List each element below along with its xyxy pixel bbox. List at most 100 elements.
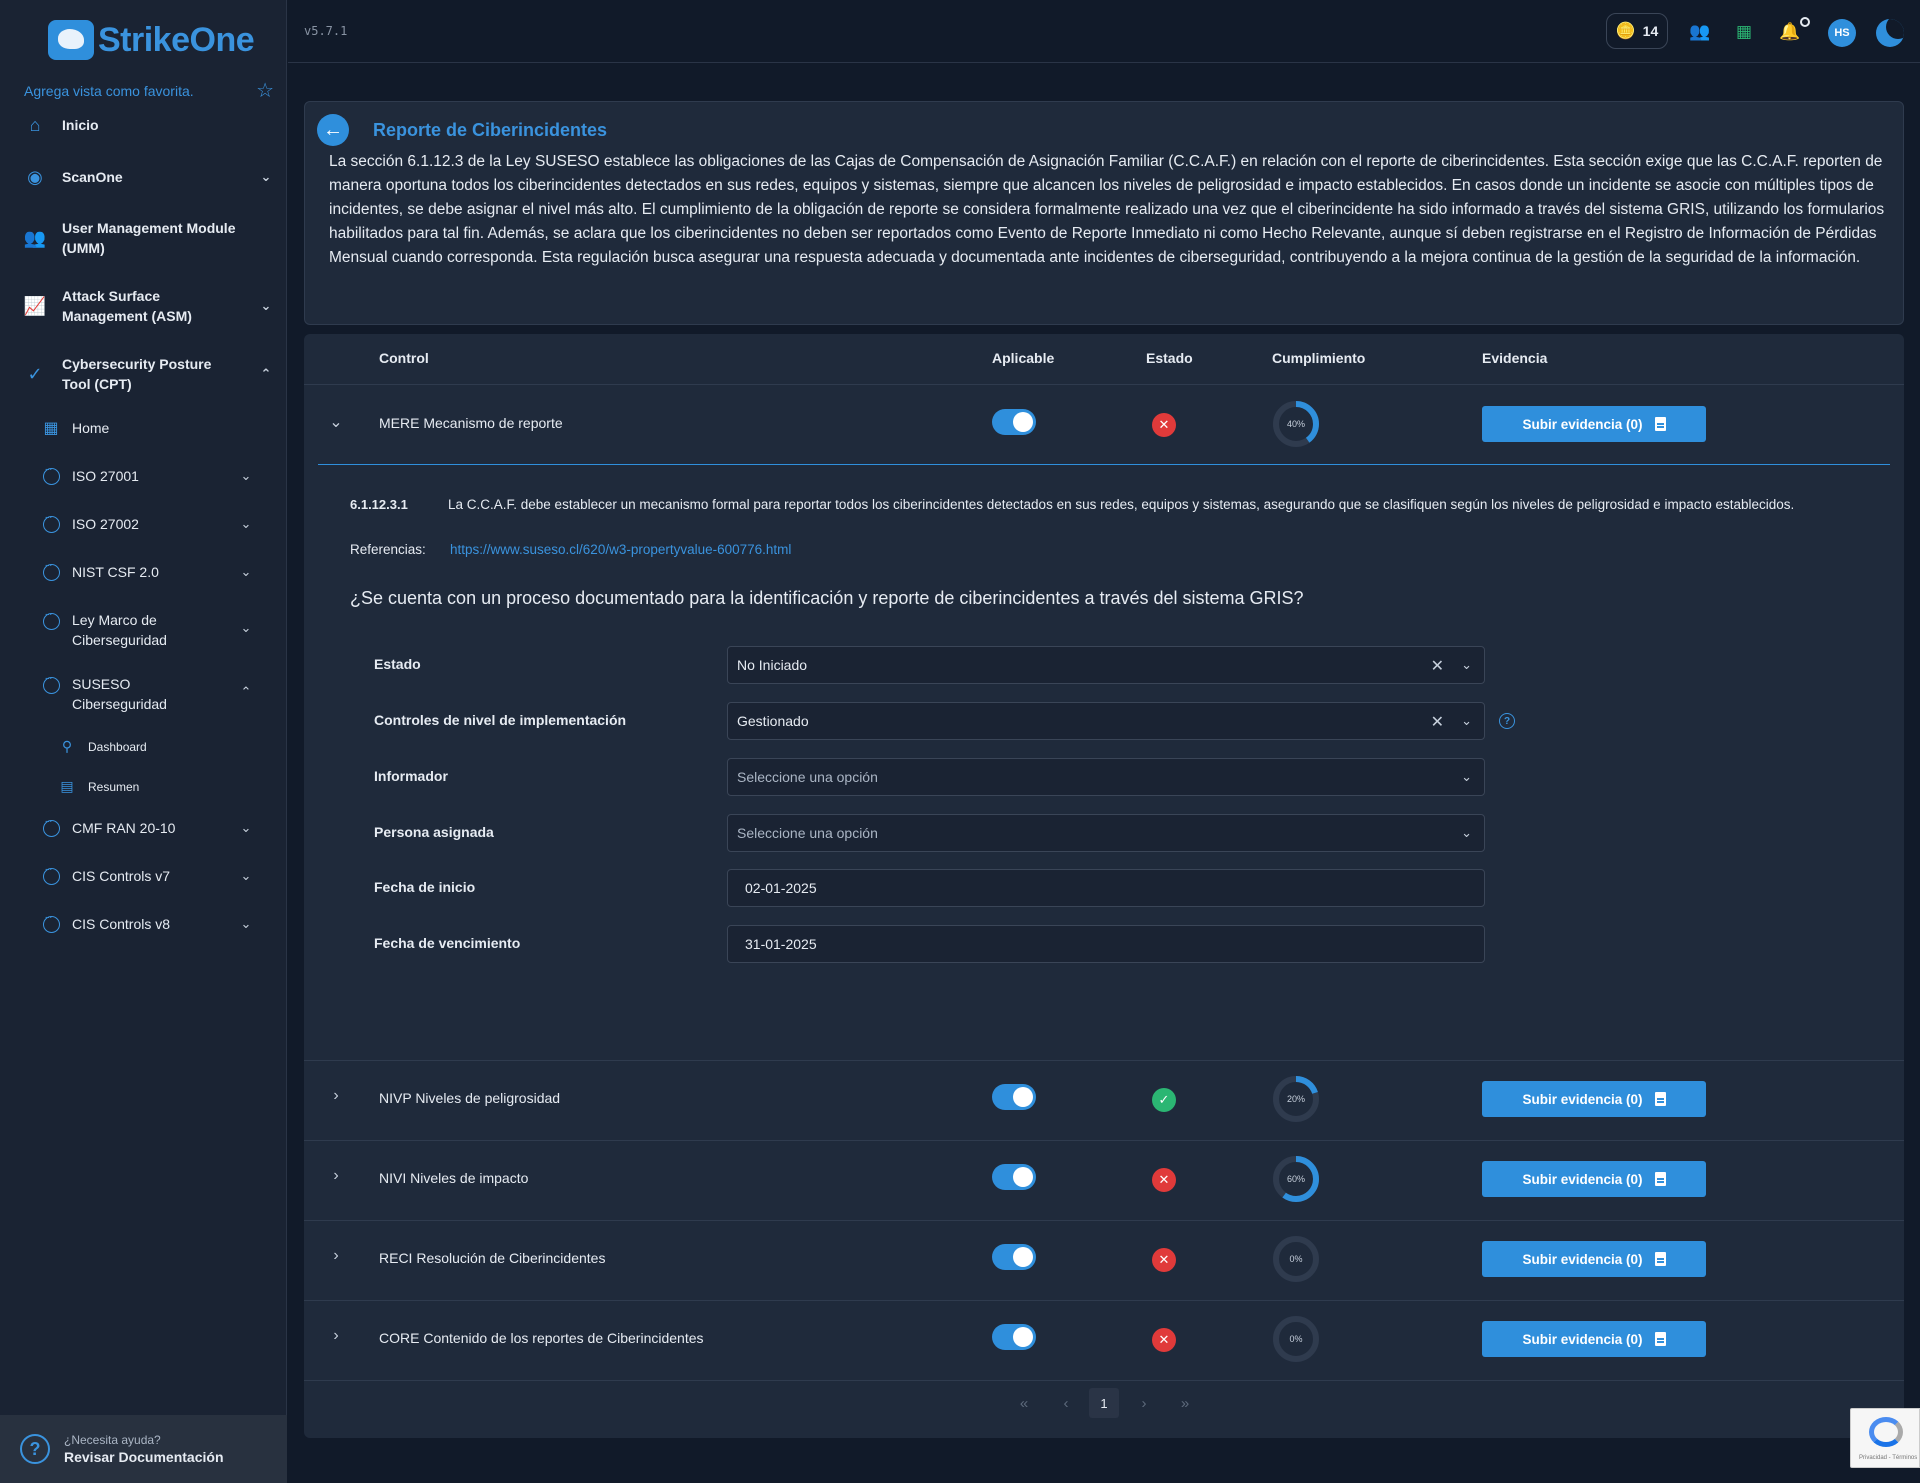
chevron-down-icon: ⌄ (240, 564, 252, 579)
sidebar-item-scanone[interactable]: ◉ ScanOne ⌄ (24, 166, 274, 188)
aplicable-toggle[interactable] (992, 1084, 1036, 1110)
bell-icon[interactable]: 🔔 (1779, 21, 1801, 43)
table-row[interactable]: › NIVI Niveles de impacto ✕ 60% Subir ev… (304, 1139, 1904, 1219)
aplicable-toggle[interactable] (992, 1324, 1036, 1350)
row-divider (304, 1380, 1904, 1381)
upload-evidence-button[interactable]: Subir evidencia (0) (1482, 406, 1706, 442)
informador-label: Informador (374, 768, 448, 784)
persona-asignada-select[interactable]: Seleccione una opción ⌄ (727, 814, 1485, 852)
intro-card: ← Reporte de Ciberincidentes La sección … (304, 101, 1904, 325)
fecha-inicio-label: Fecha de inicio (374, 879, 476, 895)
document-icon (1654, 1092, 1666, 1106)
clear-icon[interactable]: ✕ (1431, 656, 1444, 676)
status-error-icon: ✕ (1152, 1168, 1176, 1192)
chevron-right-icon[interactable]: › (326, 1327, 346, 1345)
estado-value: No Iniciado (737, 657, 808, 673)
fecha-inicio-input[interactable]: 02-01-2025 (727, 869, 1485, 907)
upload-evidence-button[interactable]: Subir evidencia (0) (1482, 1161, 1706, 1197)
sidebar-item-cpt-home[interactable]: ▦ Home (42, 418, 254, 438)
team-icon[interactable]: 👥 (1689, 21, 1711, 43)
chevron-down-icon[interactable]: ⌄ (326, 412, 346, 432)
upload-evidence-label: Subir evidencia (0) (1522, 1331, 1643, 1347)
recaptcha-badge[interactable]: Privacidad - Términos (1850, 1408, 1920, 1468)
document-icon (1654, 1252, 1666, 1266)
sidebar-item-cis-v8[interactable]: CIS Controls v8 ⌄ (42, 912, 254, 934)
eye-icon: ◉ (27, 166, 43, 187)
sidebar-item-ley-marco[interactable]: Ley Marco de Ciberseguridad ⌄ (42, 609, 254, 650)
table-row[interactable]: › CORE Contenido de los reportes de Cibe… (304, 1299, 1904, 1379)
reference-link[interactable]: https://www.suseso.cl/620/w3-propertyval… (450, 542, 791, 557)
sidebar-item-label: SUSESO Ciberseguridad (72, 676, 167, 712)
upload-evidence-label: Subir evidencia (0) (1522, 416, 1643, 432)
compliance-value: 0% (1289, 1254, 1303, 1264)
aplicable-toggle[interactable] (992, 1244, 1036, 1270)
help-circle-icon[interactable]: ? (1499, 713, 1515, 729)
sidebar-item-inicio[interactable]: ⌂ Inicio (24, 114, 274, 136)
upload-evidence-button[interactable]: Subir evidencia (0) (1482, 1241, 1706, 1277)
sidebar-item-label: Home (72, 420, 110, 436)
chevron-down-icon: ⌄ (240, 620, 252, 635)
nivel-implementacion-select[interactable]: Gestionado ✕ ⌄ (727, 702, 1485, 740)
current-page-button[interactable]: 1 (1089, 1388, 1119, 1418)
upload-evidence-label: Subir evidencia (0) (1522, 1091, 1643, 1107)
theme-toggle-moon-icon[interactable] (1876, 19, 1904, 47)
chevron-right-icon[interactable]: › (326, 1087, 346, 1105)
table-icon: ▤ (60, 778, 74, 794)
favorite-view-link[interactable]: Agrega vista como favorita. ☆ (24, 78, 274, 103)
fecha-vencimiento-input[interactable]: 31-01-2025 (727, 925, 1485, 963)
chevron-down-icon: ⌄ (1461, 713, 1472, 728)
header-aplicable: Aplicable (992, 350, 1055, 366)
back-arrow-icon[interactable]: ← (317, 114, 349, 146)
persona-asignada-label: Persona asignada (374, 824, 494, 840)
upload-evidence-label: Subir evidencia (0) (1522, 1251, 1643, 1267)
sidebar-item-nist-csf[interactable]: NIST CSF 2.0 ⌄ (42, 560, 254, 582)
recaptcha-terms[interactable]: Privacidad - Términos (1859, 1455, 1917, 1461)
estado-select[interactable]: No Iniciado ✕ ⌄ (727, 646, 1485, 684)
sidebar-item-umm[interactable]: 👥 User Management Module (UMM) (24, 218, 274, 258)
table-row[interactable]: › NIVP Niveles de peligrosidad ✓ 20% Sub… (304, 1059, 1904, 1139)
table-row[interactable]: ⌄ MERE Mecanismo de reporte ✕ 40% Subir … (304, 384, 1904, 464)
first-page-button[interactable]: « (1009, 1388, 1039, 1418)
help-link-label: Revisar Documentación (64, 1449, 224, 1465)
informador-select[interactable]: Seleccione una opción ⌄ (727, 758, 1485, 796)
sitemap-icon: ⚲ (61, 738, 73, 754)
last-page-button[interactable]: » (1170, 1388, 1200, 1418)
dots-circle-icon (42, 673, 60, 694)
sidebar-item-cis-v7[interactable]: CIS Controls v7 ⌄ (42, 864, 254, 886)
next-page-button[interactable]: › (1129, 1388, 1159, 1418)
chevron-down-icon: ⌄ (240, 868, 252, 883)
help-documentation-link[interactable]: ? ¿Necesita ayuda? Revisar Documentación (0, 1415, 287, 1483)
help-question: ¿Necesita ayuda? (64, 1433, 161, 1447)
recaptcha-icon (1869, 1417, 1903, 1447)
sidebar-item-suseso[interactable]: SUSESO Ciberseguridad ⌃ (42, 673, 254, 714)
status-error-icon: ✕ (1152, 1328, 1176, 1352)
credits-badge[interactable]: 🪙 14 (1606, 13, 1668, 49)
sidebar-item-iso-27002[interactable]: ISO 27002 ⌄ (42, 512, 254, 534)
chevron-up-icon: ⌃ (260, 366, 272, 381)
sidebar-item-cmf-ran[interactable]: CMF RAN 20-10 ⌄ (42, 816, 254, 838)
prev-page-button[interactable]: ‹ (1051, 1388, 1081, 1418)
sidebar-item-cpt[interactable]: ✓ Cybersecurity Posture Tool (CPT) ⌃ (24, 354, 274, 394)
dots-circle-icon (42, 464, 60, 485)
sidebar-item-dashboard[interactable]: ⚲ Dashboard (58, 738, 248, 755)
aplicable-toggle[interactable] (992, 1164, 1036, 1190)
table-row[interactable]: › RECI Resolución de Ciberincidentes ✕ 0… (304, 1219, 1904, 1299)
upload-evidence-button[interactable]: Subir evidencia (0) (1482, 1081, 1706, 1117)
intro-description: La sección 6.1.12.3 de la Ley SUSESO est… (329, 153, 1885, 266)
detail-divider (318, 464, 1890, 465)
building-icon[interactable]: ▦ (1733, 21, 1755, 43)
sidebar-item-iso-27001[interactable]: ISO 27001 ⌄ (42, 464, 254, 486)
sidebar-item-label: ISO 27002 (72, 516, 139, 532)
upload-evidence-button[interactable]: Subir evidencia (0) (1482, 1321, 1706, 1357)
avatar[interactable]: HS (1828, 19, 1856, 47)
chevron-down-icon: ⌄ (1461, 769, 1472, 784)
chevron-right-icon[interactable]: › (326, 1167, 346, 1185)
aplicable-toggle[interactable] (992, 409, 1036, 435)
star-icon[interactable]: ☆ (256, 78, 274, 103)
chevron-right-icon[interactable]: › (326, 1247, 346, 1265)
sidebar-item-asm[interactable]: 📈 Attack Surface Management (ASM) ⌄ (24, 286, 274, 326)
nivel-value: Gestionado (737, 713, 809, 729)
sidebar-item-resumen[interactable]: ▤ Resumen (58, 778, 248, 795)
header-cumplimiento: Cumplimiento (1272, 350, 1366, 366)
clear-icon[interactable]: ✕ (1431, 712, 1444, 732)
